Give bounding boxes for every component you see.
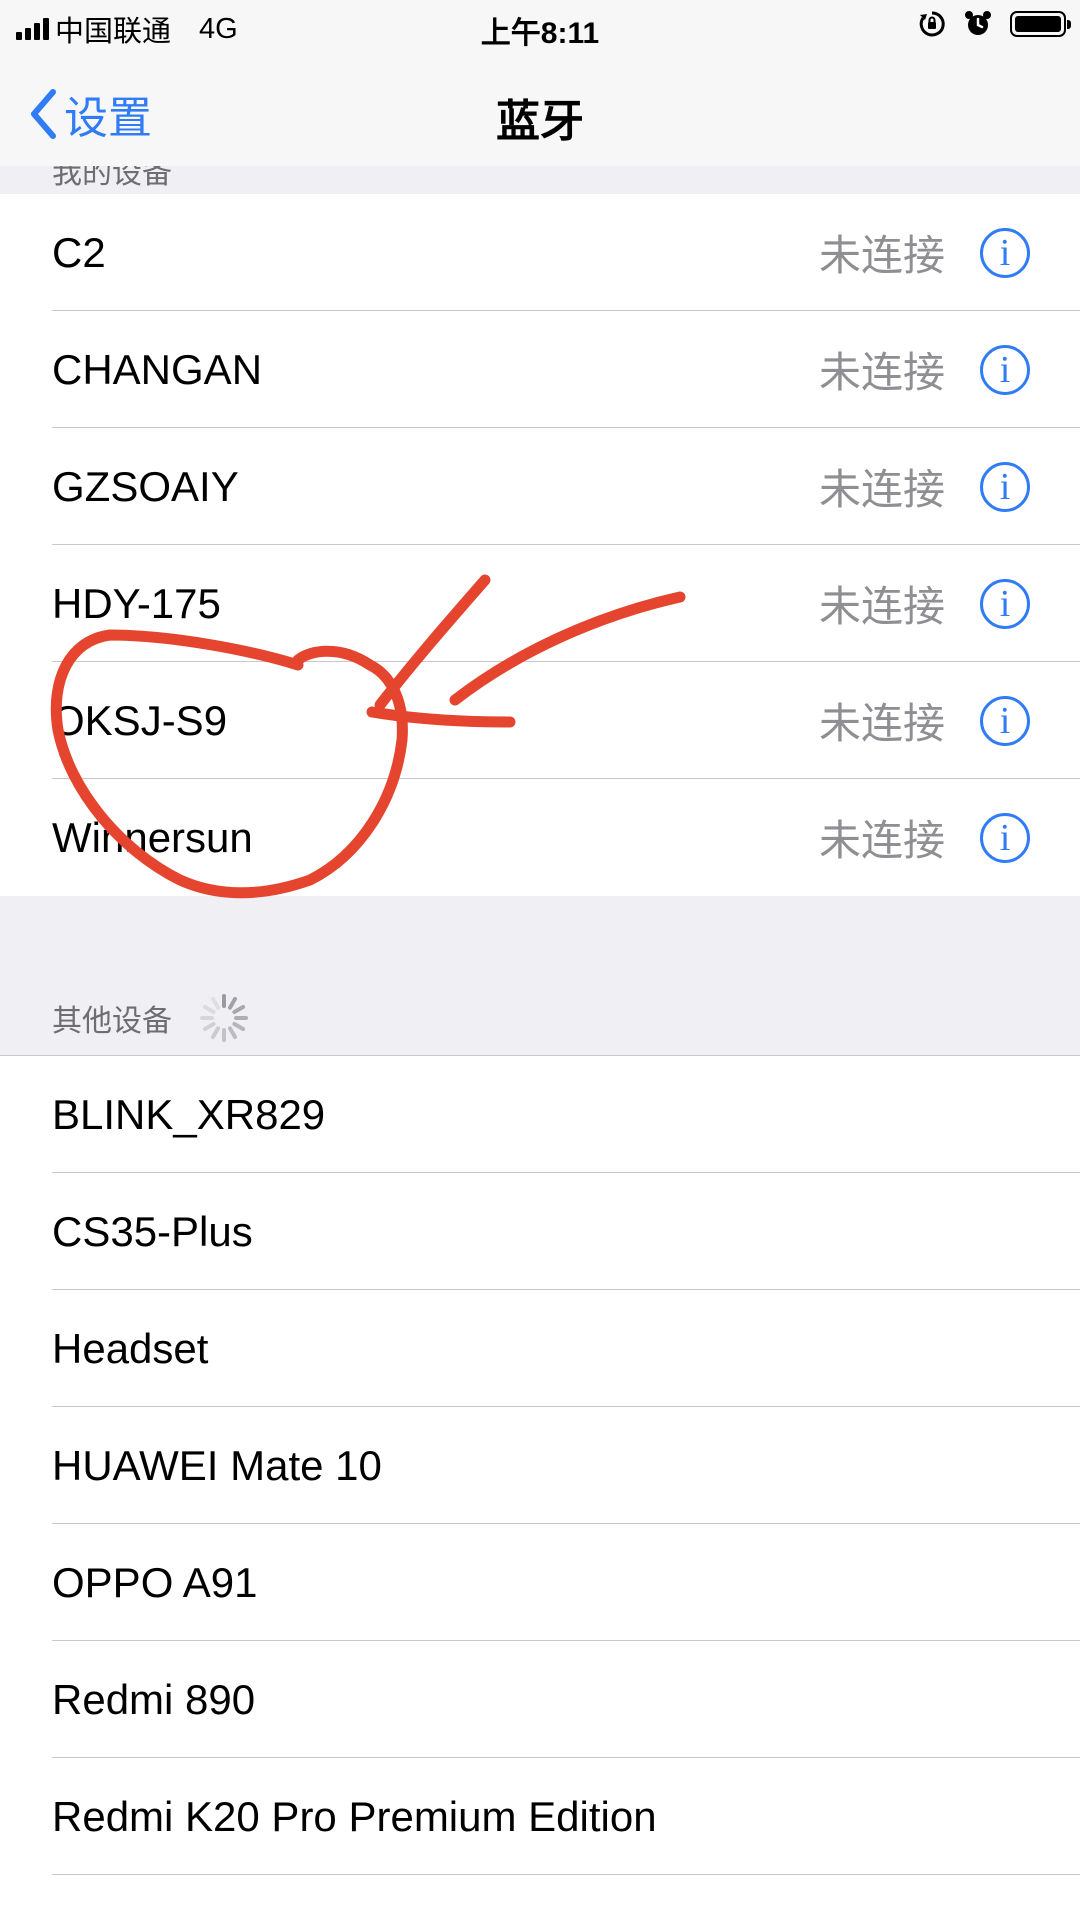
list-item[interactable]: Headset	[0, 1290, 1080, 1407]
device-name: GZSOAIY	[52, 462, 239, 510]
status-bar: 中国联通 4G 上午8:11	[0, 0, 1080, 56]
status-right	[918, 10, 1071, 38]
device-name: Redmi K20 Pro Premium Edition	[52, 1792, 657, 1840]
device-name: Redmi 890	[52, 1675, 256, 1723]
connection-status: 未连接	[818, 700, 945, 747]
device-name: OKSJ-S9	[52, 696, 228, 744]
battery-icon	[1010, 11, 1071, 37]
list-item-partial	[0, 1875, 1080, 1920]
other-devices-list: BLINK_XR829 CS35-Plus Headset HUAWEI Mat…	[0, 1055, 1080, 1920]
my-devices-header: 我的设备	[0, 166, 1080, 194]
device-name: CHANGAN	[52, 345, 263, 393]
alarm-icon	[965, 11, 991, 35]
list-item[interactable]: GZSOAIY 未连接 i	[0, 428, 1080, 545]
connection-status: 未连接	[818, 232, 945, 279]
info-icon[interactable]: i	[980, 227, 1030, 278]
list-item[interactable]: CS35-Plus	[0, 1173, 1080, 1290]
other-devices-header: 其他设备	[52, 992, 250, 1044]
device-name: Winnersun	[52, 813, 253, 861]
my-devices-list: C2 未连接 i CHANGAN 未连接 i GZSOAIY 未连接 i HDY…	[0, 194, 1080, 896]
connection-status: 未连接	[818, 817, 945, 864]
device-name: HUAWEI Mate 10	[52, 1441, 382, 1489]
list-item[interactable]: BLINK_XR829	[0, 1056, 1080, 1173]
list-item[interactable]: OKSJ-S9 未连接 i	[0, 662, 1080, 779]
orientation-lock-icon	[919, 11, 945, 37]
list-item[interactable]: C2 未连接 i	[0, 194, 1080, 311]
navigation-bar: 设置 蓝牙	[0, 56, 1080, 167]
device-name: Headset	[52, 1324, 209, 1372]
list-item[interactable]: OPPO A91	[0, 1524, 1080, 1641]
loading-spinner-icon	[198, 992, 250, 1044]
device-name: BLINK_XR829	[52, 1090, 326, 1138]
info-icon[interactable]: i	[980, 812, 1030, 863]
connection-status: 未连接	[818, 349, 945, 396]
list-item[interactable]: Winnersun 未连接 i	[0, 779, 1080, 896]
info-icon[interactable]: i	[980, 578, 1030, 629]
list-item[interactable]: HDY-175 未连接 i	[0, 545, 1080, 662]
list-item[interactable]: HUAWEI Mate 10	[0, 1407, 1080, 1524]
list-item[interactable]: Redmi K20 Pro Premium Edition	[0, 1758, 1080, 1875]
info-icon[interactable]: i	[980, 461, 1030, 512]
other-devices-header-label: 其他设备	[52, 1005, 172, 1038]
device-name: OPPO A91	[52, 1558, 258, 1606]
info-icon[interactable]: i	[980, 344, 1030, 395]
page-title: 蓝牙	[496, 97, 584, 146]
connection-status: 未连接	[818, 583, 945, 630]
my-devices-header-label: 我的设备	[52, 166, 172, 190]
list-item[interactable]: Redmi 890	[0, 1641, 1080, 1758]
device-name: C2	[52, 228, 106, 276]
device-name: HDY-175	[52, 579, 221, 627]
connection-status: 未连接	[818, 466, 945, 513]
screen: 中国联通 4G 上午8:11 设置 蓝牙 我的设备 C2 未连接 i CHANG…	[0, 0, 1080, 1920]
list-item[interactable]: CHANGAN 未连接 i	[0, 311, 1080, 428]
info-icon[interactable]: i	[980, 695, 1030, 746]
device-name: CS35-Plus	[52, 1207, 253, 1255]
